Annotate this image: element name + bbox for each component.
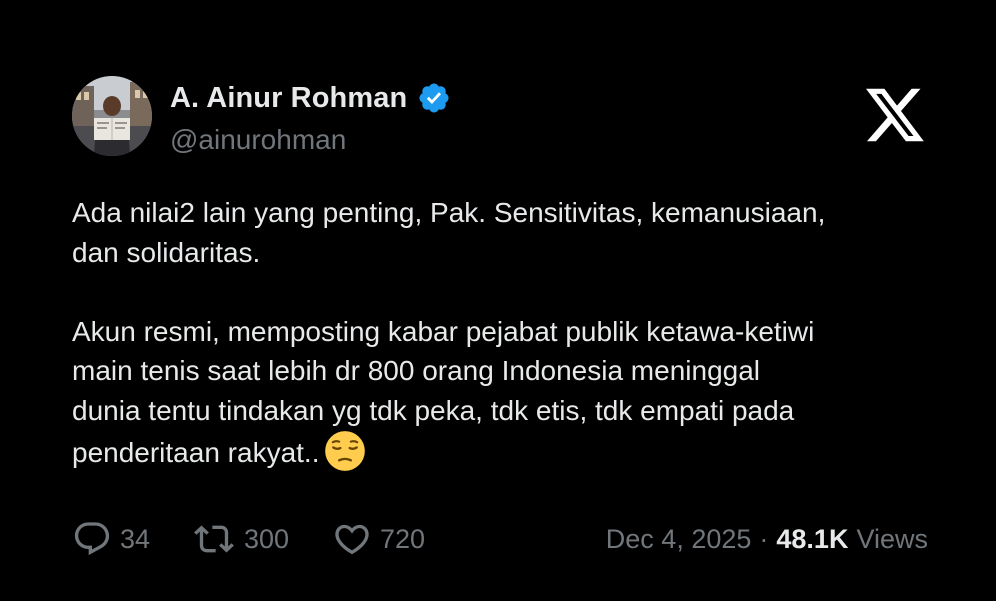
reply-icon — [74, 522, 110, 556]
like-button[interactable]: 720 — [332, 518, 425, 560]
avatar[interactable] — [72, 76, 152, 156]
author-display-name[interactable]: A. Ainur Rohman — [170, 82, 407, 115]
views-label: Views — [856, 523, 928, 554]
tweet-card: A. Ainur Rohman @ainurohman Ada nilai2 l… — [0, 0, 996, 601]
reply-button[interactable]: 34 — [72, 518, 150, 560]
like-count: 720 — [380, 523, 426, 554]
reply-count: 34 — [120, 523, 151, 554]
author-name-row: A. Ainur Rohman — [170, 78, 451, 118]
x-logo-icon[interactable] — [866, 88, 924, 142]
tweet-line-text: penderitaan rakyat.. — [72, 437, 320, 468]
tweet-line-last: penderitaan rakyat.. — [72, 430, 942, 472]
repost-icon — [194, 525, 234, 553]
tweet-line: Ada nilai2 lain yang penting, Pak. Sensi… — [72, 197, 826, 228]
avatar-photo — [72, 76, 152, 156]
repost-button[interactable]: 300 — [192, 518, 289, 560]
meta-separator: · — [759, 523, 769, 554]
verified-badge-icon — [417, 81, 451, 115]
tweet-footer: 34 300 720 Dec 4, 2025 · 48.1K Views — [72, 518, 928, 560]
views-count: 48.1K — [776, 523, 849, 554]
repost-count: 300 — [244, 523, 290, 554]
heart-icon — [335, 524, 369, 555]
pensive-face-icon — [324, 430, 366, 472]
tweet-line: dunia tentu tindakan yg tdk peka, tdk et… — [72, 394, 795, 426]
tweet-date[interactable]: Dec 4, 2025 — [606, 524, 752, 555]
tweet-line: Akun resmi, memposting kabar pejabat pub… — [72, 315, 815, 347]
author-handle[interactable]: @ainurohman — [170, 124, 346, 156]
tweet-line: main tenis saat lebih dr 800 orang Indon… — [72, 355, 761, 386]
tweet-meta: Dec 4, 2025 · 48.1K Views — [606, 518, 928, 560]
tweet-line: dan solidaritas. — [72, 236, 261, 268]
tweet-text: Ada nilai2 lain yang penting, Pak. Sensi… — [72, 193, 942, 472]
